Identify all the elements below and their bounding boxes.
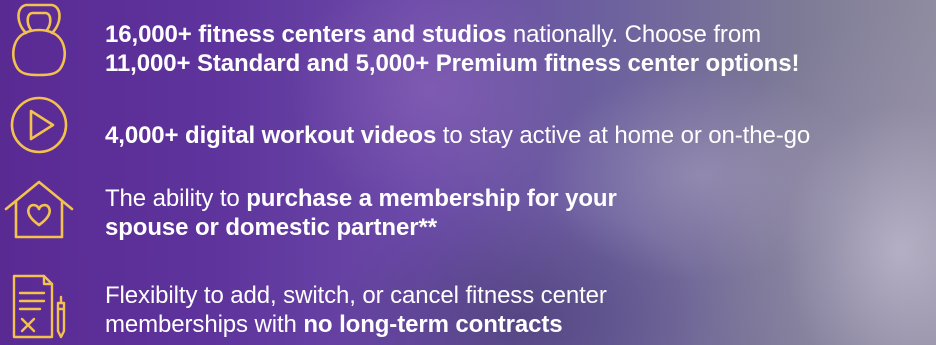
feature-no-contracts: Flexibilty to add, switch, or cancel fit… [0, 265, 936, 345]
feature-3-regular-text: The ability to [105, 185, 247, 212]
feature-3-bold-text-2: spouse or domestic partner** [105, 214, 437, 241]
feature-4-regular-text-2: memberships with [105, 311, 304, 338]
feature-1-bold-text-2: 11,000+ Standard and 5,000+ Premium fitn… [105, 50, 800, 77]
feature-4-bold-text: no long-term contracts [303, 311, 563, 338]
feature-digital-workouts: 4,000+ digital workout videos to stay ac… [0, 90, 936, 170]
feature-2-regular-text: to stay active at home or on-the-go [436, 122, 811, 149]
feature-2-bold-text: 4,000+ digital workout videos [105, 122, 437, 149]
kettlebell-icon [0, 3, 78, 77]
feature-4-regular-text: Flexibilty to add, switch, or cancel fit… [105, 282, 607, 309]
feature-spouse-membership: The ability to purchase a membership for… [0, 170, 936, 265]
play-button-icon [0, 90, 78, 160]
feature-1-regular-text: nationally. Choose from [506, 21, 761, 48]
feature-1-bold-text: 16,000+ fitness centers and studios [105, 21, 507, 48]
feature-fitness-centers: 16,000+ fitness centers and studios nati… [0, 0, 936, 90]
feature-3-bold-text: purchase a membership for your [246, 185, 617, 212]
contract-cancel-icon [0, 271, 78, 343]
house-heart-icon [0, 174, 78, 246]
